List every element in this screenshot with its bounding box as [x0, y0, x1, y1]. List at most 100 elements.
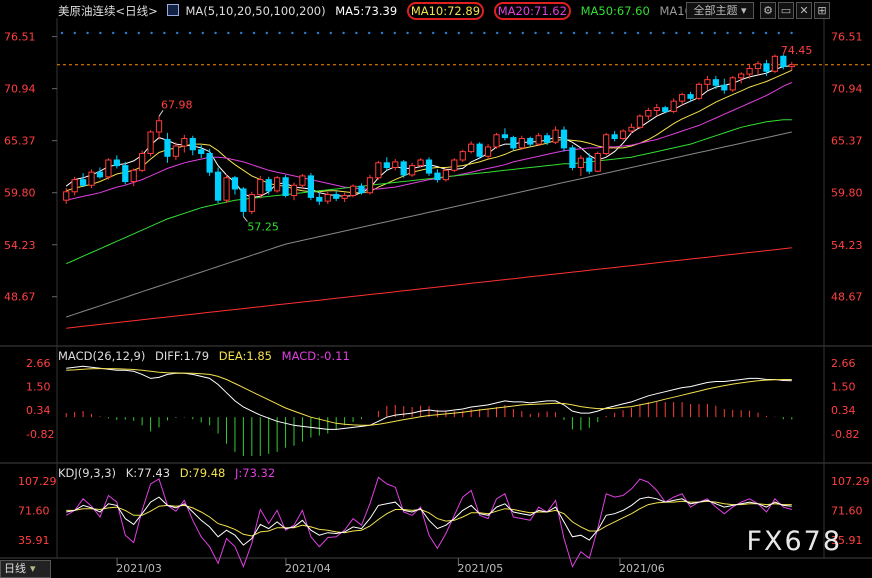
- candle-body: [358, 185, 365, 194]
- event-dot: [649, 31, 652, 35]
- candle-body: [214, 171, 222, 201]
- candle-body: [543, 135, 551, 143]
- macd-header: MACD(26,12,9) DIFF:1.79 DEA:1.85 MACD:-0…: [58, 347, 356, 365]
- expand-icon[interactable]: ⊞: [814, 2, 830, 19]
- candle-body: [425, 159, 433, 174]
- candle-body: [147, 131, 154, 154]
- kdj-y-tick-right: 107.29: [831, 475, 870, 488]
- event-dot: [316, 31, 320, 35]
- y-tick-label-left: 54.23: [4, 239, 36, 252]
- candle-body: [501, 134, 509, 139]
- candle-body: [434, 172, 441, 181]
- kdj-header: KDJ(9,3,3) K:77.43 D:79.48 J:73.32: [58, 464, 281, 482]
- candle-body: [603, 134, 610, 154]
- candle-body: [653, 107, 660, 111]
- candle-body: [316, 196, 323, 202]
- candle-body: [518, 138, 525, 149]
- candle-body: [611, 134, 618, 140]
- settings-icon[interactable]: ⚙: [760, 2, 776, 19]
- candle-body: [79, 179, 87, 186]
- event-dot: [278, 31, 281, 35]
- kdj-line-j: [65, 476, 792, 568]
- event-dot: [432, 31, 435, 35]
- event-dot: [291, 31, 294, 35]
- event-dot: [188, 31, 192, 35]
- ma20-label: MA20:71.62: [493, 2, 571, 20]
- event-dot: [124, 31, 128, 35]
- event-dot: [393, 31, 396, 35]
- candle-body: [206, 152, 213, 173]
- candle-body: [88, 171, 95, 186]
- ma-line-ma50: [66, 119, 792, 265]
- y-tick-label-right: 70.94: [831, 83, 863, 96]
- candle-body: [63, 191, 70, 201]
- candle-body: [729, 77, 736, 91]
- event-dot: [739, 31, 742, 35]
- candle-body: [375, 162, 382, 179]
- macd-title: MACD(26,12,9): [58, 349, 146, 363]
- event-dot: [252, 31, 256, 35]
- high-annotation: 67.98: [161, 98, 193, 111]
- candle-body: [535, 135, 542, 145]
- event-dot: [329, 31, 332, 35]
- candle-body: [307, 175, 315, 198]
- candle-body: [130, 169, 137, 183]
- kdj-line-d: [66, 500, 792, 537]
- period-tab[interactable]: 日线 ▾: [0, 560, 51, 578]
- candle-body: [341, 195, 348, 199]
- candle-body: [560, 129, 568, 149]
- symbol-label[interactable]: 美原油连续: [58, 4, 116, 18]
- event-dot: [496, 31, 499, 35]
- kdj-y-tick-left: 71.60: [18, 505, 50, 518]
- x-tick-label: 2021/05: [458, 562, 504, 575]
- candle-body: [383, 162, 390, 168]
- kdj-line-k: [66, 496, 792, 546]
- event-dot: [585, 31, 588, 35]
- window-icon[interactable]: ▭: [778, 2, 794, 19]
- event-dot: [380, 31, 384, 35]
- macd-y-tick-left: -0.82: [26, 428, 54, 441]
- y-tick-label-left: 48.67: [4, 291, 36, 304]
- candle-body: [459, 151, 466, 161]
- candle-body: [586, 157, 593, 172]
- close-icon[interactable]: ✕: [796, 2, 812, 19]
- event-dot: [342, 31, 345, 35]
- macd-y-tick-left: 2.66: [26, 357, 51, 370]
- event-dot: [624, 31, 627, 35]
- event-dot: [163, 31, 166, 35]
- candle-body: [484, 146, 492, 157]
- event-dot: [521, 31, 524, 35]
- candle-body: [552, 129, 559, 143]
- candle-body: [290, 184, 298, 197]
- candle-body: [349, 185, 357, 197]
- event-dot: [790, 31, 793, 35]
- event-dot: [457, 31, 460, 35]
- y-tick-label-right: 59.80: [831, 187, 863, 200]
- event-dot: [598, 31, 601, 35]
- candle-body: [198, 149, 205, 154]
- candle-body: [172, 145, 180, 157]
- candle-body: [645, 109, 652, 117]
- period-label[interactable]: <日线>: [116, 4, 158, 18]
- kdj-k: K:77.43: [125, 466, 171, 480]
- event-dot: [201, 31, 204, 35]
- macd-y-tick-right: 2.66: [831, 357, 856, 370]
- chart-svg: 76.51 76.51 70.94 70.94 65.37 65.37 59.80 59.80…: [0, 18, 872, 575]
- candle-body: [527, 138, 534, 145]
- event-dot: [483, 31, 486, 35]
- theme-button[interactable]: 全部主题 ▾: [686, 2, 754, 19]
- candle-body: [366, 177, 374, 194]
- event-dot: [86, 31, 89, 35]
- event-dot: [636, 31, 640, 35]
- period-tab-label: 日线: [4, 562, 26, 575]
- candle-body: [738, 73, 745, 79]
- event-dot: [240, 31, 243, 35]
- event-dot: [304, 31, 307, 35]
- event-dot: [265, 31, 268, 35]
- indicator-icon[interactable]: [167, 4, 180, 16]
- candle-body: [274, 177, 281, 192]
- candle-body: [442, 169, 449, 181]
- event-dot: [112, 31, 115, 35]
- candle-body: [670, 100, 677, 112]
- ma5-label: MA5:73.39: [335, 4, 398, 18]
